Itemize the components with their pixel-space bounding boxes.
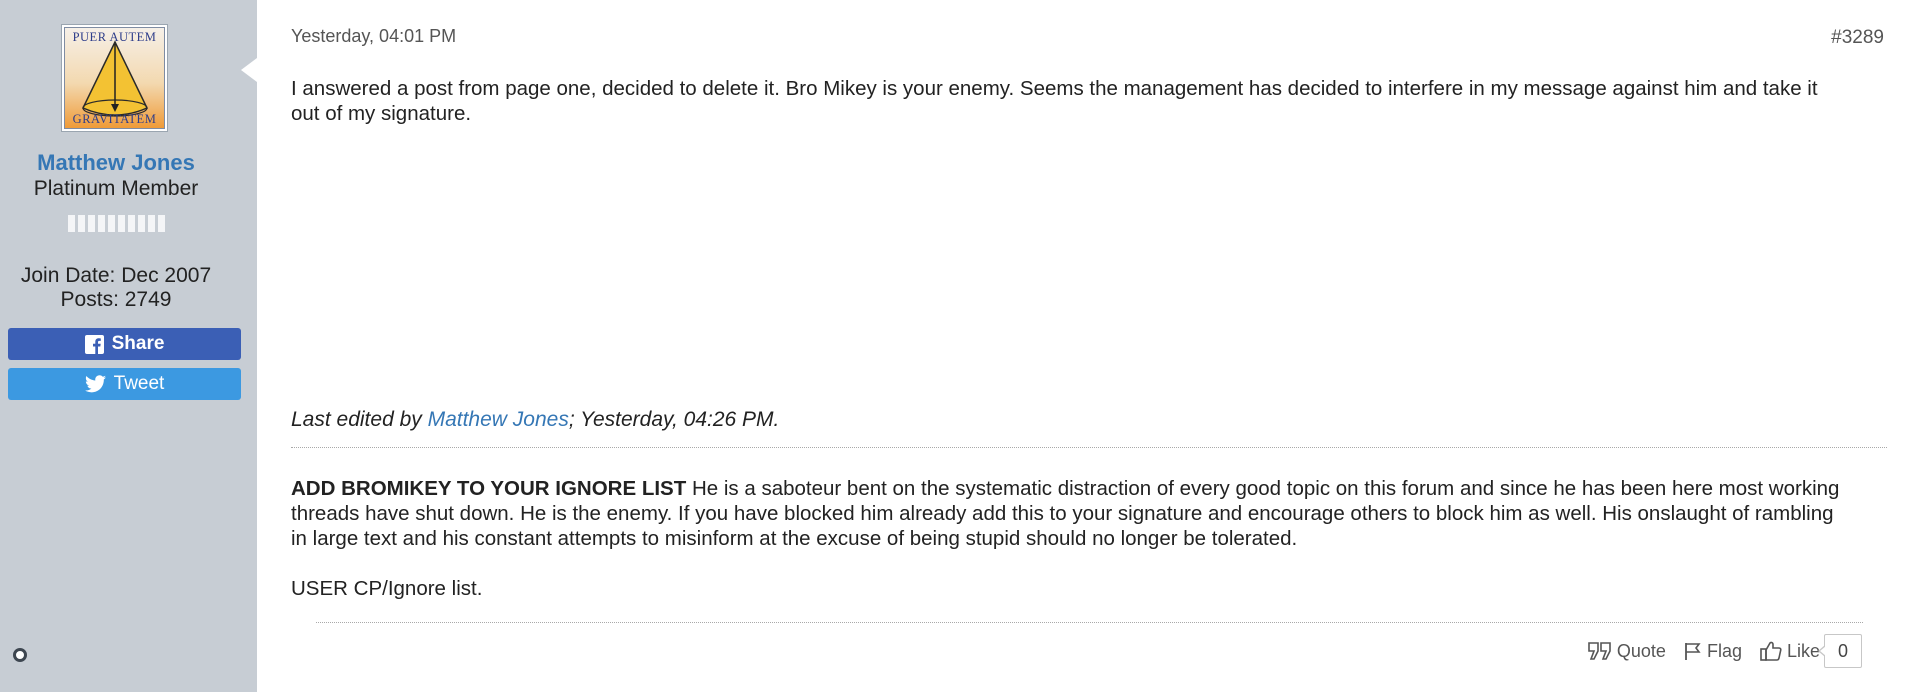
user-sidebar: PUER AUTEM GRAVITATEM Matthew Jones Plat… <box>0 0 257 692</box>
twitter-icon <box>84 375 106 393</box>
sidebar-pointer <box>241 58 257 82</box>
quote-button[interactable]: Quote <box>1588 641 1666 662</box>
share-label: Share <box>111 333 165 354</box>
facebook-icon <box>84 334 104 354</box>
forum-post: PUER AUTEM GRAVITATEM Matthew Jones Plat… <box>0 0 1920 692</box>
tweet-button[interactable]: Tweet <box>8 368 241 400</box>
signature-headline: ADD BROMIKEY TO YOUR IGNORE LIST <box>291 477 687 500</box>
flag-icon <box>1685 642 1701 660</box>
signature: ADD BROMIKEY TO YOUR IGNORE LIST He is a… <box>291 476 1851 601</box>
post-number-link[interactable]: #3289 <box>1831 27 1884 49</box>
flag-button[interactable]: Flag <box>1684 641 1742 662</box>
post-date: Yesterday, 04:01 PM <box>291 26 457 46</box>
tweet-label: Tweet <box>113 373 165 394</box>
rank-segment <box>98 215 105 232</box>
rank-segment <box>158 215 165 232</box>
rank-segment <box>108 215 115 232</box>
status-dot-icon <box>13 648 27 662</box>
rank-segment <box>78 215 85 232</box>
rank-segment <box>138 215 145 232</box>
signature-line: USER CP/Ignore list. <box>291 577 483 600</box>
post-actions: Quote Flag Like 0 <box>1588 634 1862 668</box>
post-content: I answered a post from page one, decided… <box>291 77 1818 125</box>
actions-divider <box>316 622 1863 623</box>
rank-segment <box>128 215 135 232</box>
post-count: Posts: 2749 <box>60 288 172 311</box>
join-date: Join Date: Dec 2007 <box>20 264 212 287</box>
like-label: Like <box>1786 640 1820 661</box>
user-title: Platinum Member <box>33 177 199 200</box>
flag-label: Flag <box>1706 640 1742 661</box>
last-edited-note: Last edited by Matthew Jones; Yesterday,… <box>291 408 779 432</box>
avatar[interactable]: PUER AUTEM GRAVITATEM <box>61 24 168 132</box>
avatar-motto-bottom: GRAVITATEM <box>72 112 157 126</box>
rank-segment <box>68 215 75 232</box>
avatar-motto-top: PUER AUTEM <box>72 30 157 44</box>
signature-paragraph: ADD BROMIKEY TO YOUR IGNORE LIST He is a… <box>291 476 1851 551</box>
thumbs-up-icon <box>1760 641 1782 661</box>
edited-suffix: ; Yesterday, 04:26 PM. <box>568 408 780 431</box>
avatar-image: PUER AUTEM GRAVITATEM <box>64 27 165 129</box>
rank-segment <box>88 215 95 232</box>
rank-segment <box>148 215 155 232</box>
quote-label: Quote <box>1616 640 1666 661</box>
share-button[interactable]: Share <box>8 328 241 360</box>
like-button[interactable]: Like <box>1760 641 1820 662</box>
signature-divider <box>291 447 1887 448</box>
rank-bar <box>68 215 165 232</box>
edited-prefix: Last edited by <box>291 408 428 431</box>
like-count: 0 <box>1818 634 1862 668</box>
editor-link[interactable]: Matthew Jones <box>428 408 569 431</box>
quote-icon <box>1588 642 1611 660</box>
username-link[interactable]: Matthew Jones <box>0 150 232 176</box>
rank-segment <box>118 215 125 232</box>
